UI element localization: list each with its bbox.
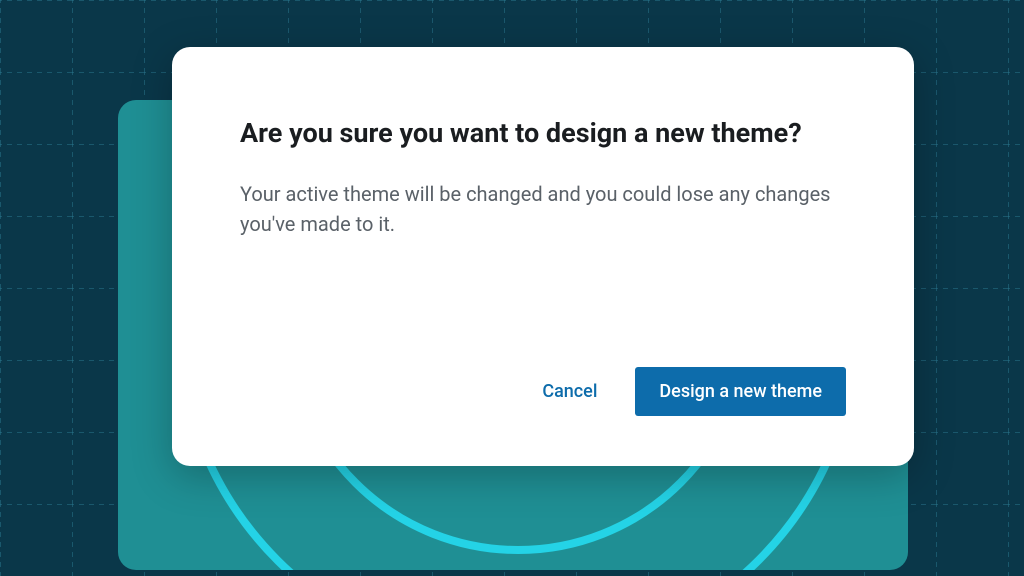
confirm-button[interactable]: Design a new theme [635,367,846,416]
modal-title: Are you sure you want to design a new th… [240,115,846,151]
modal-body: Your active theme will be changed and yo… [240,179,846,367]
confirmation-modal: Are you sure you want to design a new th… [172,47,914,466]
modal-actions: Cancel Design a new theme [240,367,846,416]
cancel-button[interactable]: Cancel [538,369,601,414]
